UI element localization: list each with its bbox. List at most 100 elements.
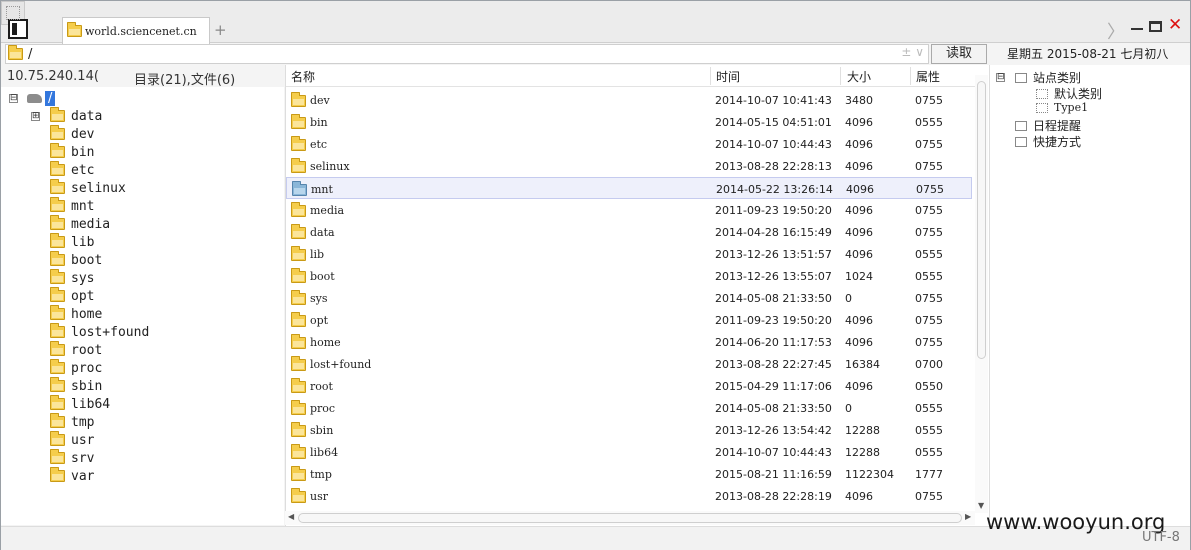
table-row[interactable]: dev 2014-10-07 10:41:43 3480 0755	[286, 89, 972, 111]
address-bar[interactable]: / ± ∨	[5, 44, 929, 64]
tree-item-label[interactable]: lib	[71, 235, 94, 250]
column-separator[interactable]	[840, 67, 841, 85]
tree-item[interactable]: dev	[31, 125, 94, 143]
tree-item-label[interactable]: lost+found	[71, 325, 149, 340]
tree-item-label[interactable]: lib64	[71, 397, 110, 412]
vertical-scroll-thumb[interactable]	[977, 81, 986, 359]
tree-item[interactable]: lib64	[31, 395, 110, 413]
tree-item[interactable]: sys	[31, 269, 94, 287]
table-row[interactable]: sbin 2013-12-26 13:54:42 12288 0555	[286, 419, 972, 441]
file-size: 1024	[845, 270, 873, 283]
tree-item-label[interactable]: usr	[71, 433, 94, 448]
table-row[interactable]: lib 2013-12-26 13:51:57 4096 0555	[286, 243, 972, 265]
tree-item-label[interactable]: root	[71, 343, 102, 358]
tree-item[interactable]: proc	[31, 359, 102, 377]
table-row[interactable]: tmp 2015-08-21 11:16:59 1122304 1777	[286, 463, 972, 485]
column-attr[interactable]: 属性	[916, 68, 940, 85]
tree-expander[interactable]: ⊞	[31, 111, 42, 121]
scroll-left-icon[interactable]: ◀	[288, 512, 294, 521]
address-path[interactable]: /	[28, 47, 32, 62]
tree-item-label[interactable]: mnt	[71, 199, 94, 214]
read-button[interactable]: 读取	[931, 44, 987, 64]
tree-item[interactable]: sbin	[31, 377, 102, 395]
maximize-icon[interactable]	[1149, 21, 1162, 32]
chevron-right-icon[interactable]: 〉	[1107, 18, 1125, 44]
table-row[interactable]: bin 2014-05-15 04:51:01 4096 0555	[286, 111, 972, 133]
tree-item[interactable]: boot	[31, 251, 102, 269]
tree-item-label[interactable]: sbin	[71, 379, 102, 394]
tree-item[interactable]: media	[31, 215, 110, 233]
tree-item-label[interactable]: var	[71, 469, 94, 484]
table-row[interactable]: media 2011-09-23 19:50:20 4096 0755	[286, 199, 972, 221]
panel-toggle-icon[interactable]	[8, 19, 28, 39]
tree-item[interactable]: bin	[31, 143, 94, 161]
table-row[interactable]: mnt 2014-05-22 13:26:14 4096 0755	[286, 177, 972, 199]
table-row[interactable]: proc 2014-05-08 21:33:50 0 0555	[286, 397, 972, 419]
column-name[interactable]: 名称	[291, 68, 315, 85]
shortcuts[interactable]: 快捷方式	[1015, 133, 1081, 150]
column-size[interactable]: 大小	[847, 68, 871, 85]
horizontal-scroll-thumb[interactable]	[298, 513, 962, 523]
tree-item-label[interactable]: media	[71, 217, 110, 232]
table-row[interactable]: usr 2013-08-28 22:28:19 4096 0755	[286, 485, 972, 507]
tree-item[interactable]: etc	[31, 161, 94, 179]
table-row[interactable]: etc 2014-10-07 10:44:43 4096 0755	[286, 133, 972, 155]
collapse-icon[interactable]: ⊟	[996, 73, 1005, 82]
table-row[interactable]: root 2015-04-29 11:17:06 4096 0550	[286, 375, 972, 397]
site-categories[interactable]: ⊟ 站点类别	[996, 69, 1081, 86]
table-row[interactable]: data 2014-04-28 16:15:49 4096 0755	[286, 221, 972, 243]
scroll-right-icon[interactable]: ▶	[965, 512, 971, 521]
tree-item[interactable]: selinux	[31, 179, 126, 197]
table-row[interactable]: selinux 2013-08-28 22:28:13 4096 0755	[286, 155, 972, 177]
column-separator[interactable]	[710, 67, 711, 85]
tree-item-label[interactable]: dev	[71, 127, 94, 142]
table-row[interactable]: opt 2011-09-23 19:50:20 4096 0755	[286, 309, 972, 331]
tree-item[interactable]: root	[31, 341, 102, 359]
column-separator[interactable]	[910, 67, 911, 85]
table-row[interactable]: lost+found 2013-08-28 22:27:45 16384 0700	[286, 353, 972, 375]
scroll-down-icon[interactable]: ▼	[978, 501, 984, 510]
close-icon[interactable]: ✕	[1168, 15, 1182, 35]
tree-item[interactable]: lib	[31, 233, 94, 251]
tree-item-label[interactable]: tmp	[71, 415, 94, 430]
table-row[interactable]: home 2014-06-20 11:17:53 4096 0755	[286, 331, 972, 353]
folder-icon	[50, 467, 65, 482]
table-row[interactable]: boot 2013-12-26 13:55:07 1024 0555	[286, 265, 972, 287]
tree-item-label[interactable]: selinux	[71, 181, 126, 196]
column-time[interactable]: 时间	[716, 68, 740, 85]
tree-root-label[interactable]: /	[45, 90, 56, 106]
tree-item[interactable]: usr	[31, 431, 94, 449]
type1-category[interactable]: Type1	[1036, 101, 1088, 114]
tab-active[interactable]: world.sciencenet.cn	[62, 17, 210, 44]
tree-item-label[interactable]: home	[71, 307, 102, 322]
horizontal-scrollbar[interactable]: ◀ ▶	[285, 511, 975, 525]
default-category[interactable]: 默认类别	[1036, 85, 1102, 102]
tree-root[interactable]: ⊟ /	[9, 90, 56, 106]
tree-item-label[interactable]: sys	[71, 271, 94, 286]
tree-item[interactable]: home	[31, 305, 102, 323]
tree-item-label[interactable]: srv	[71, 451, 94, 466]
schedule-reminder[interactable]: 日程提醒	[1015, 117, 1081, 134]
file-size: 12288	[845, 424, 880, 437]
tree-item[interactable]: opt	[31, 287, 94, 305]
collapse-icon[interactable]: ⊟	[9, 93, 18, 103]
tree-item-label[interactable]: etc	[71, 163, 94, 178]
add-tab-button[interactable]: +	[214, 21, 227, 39]
tree-item[interactable]: mnt	[31, 197, 94, 215]
table-row[interactable]: sys 2014-05-08 21:33:50 0 0755	[286, 287, 972, 309]
tree-item[interactable]: var	[31, 467, 94, 485]
minimize-icon[interactable]	[1131, 28, 1143, 30]
tree-item-label[interactable]: data	[71, 109, 102, 124]
expand-icon[interactable]: ⊞	[31, 111, 40, 121]
tree-item[interactable]: lost+found	[31, 323, 149, 341]
address-options[interactable]: ± ∨	[901, 45, 924, 59]
tree-item[interactable]: ⊞ data	[31, 107, 102, 125]
tree-item-label[interactable]: boot	[71, 253, 102, 268]
tree-item-label[interactable]: opt	[71, 289, 94, 304]
tree-item-label[interactable]: proc	[71, 361, 102, 376]
tree-item[interactable]: tmp	[31, 413, 94, 431]
tree-item[interactable]: srv	[31, 449, 94, 467]
vertical-scrollbar[interactable]: ▼	[975, 75, 988, 513]
tree-item-label[interactable]: bin	[71, 145, 94, 160]
table-row[interactable]: lib64 2014-10-07 10:44:43 12288 0555	[286, 441, 972, 463]
